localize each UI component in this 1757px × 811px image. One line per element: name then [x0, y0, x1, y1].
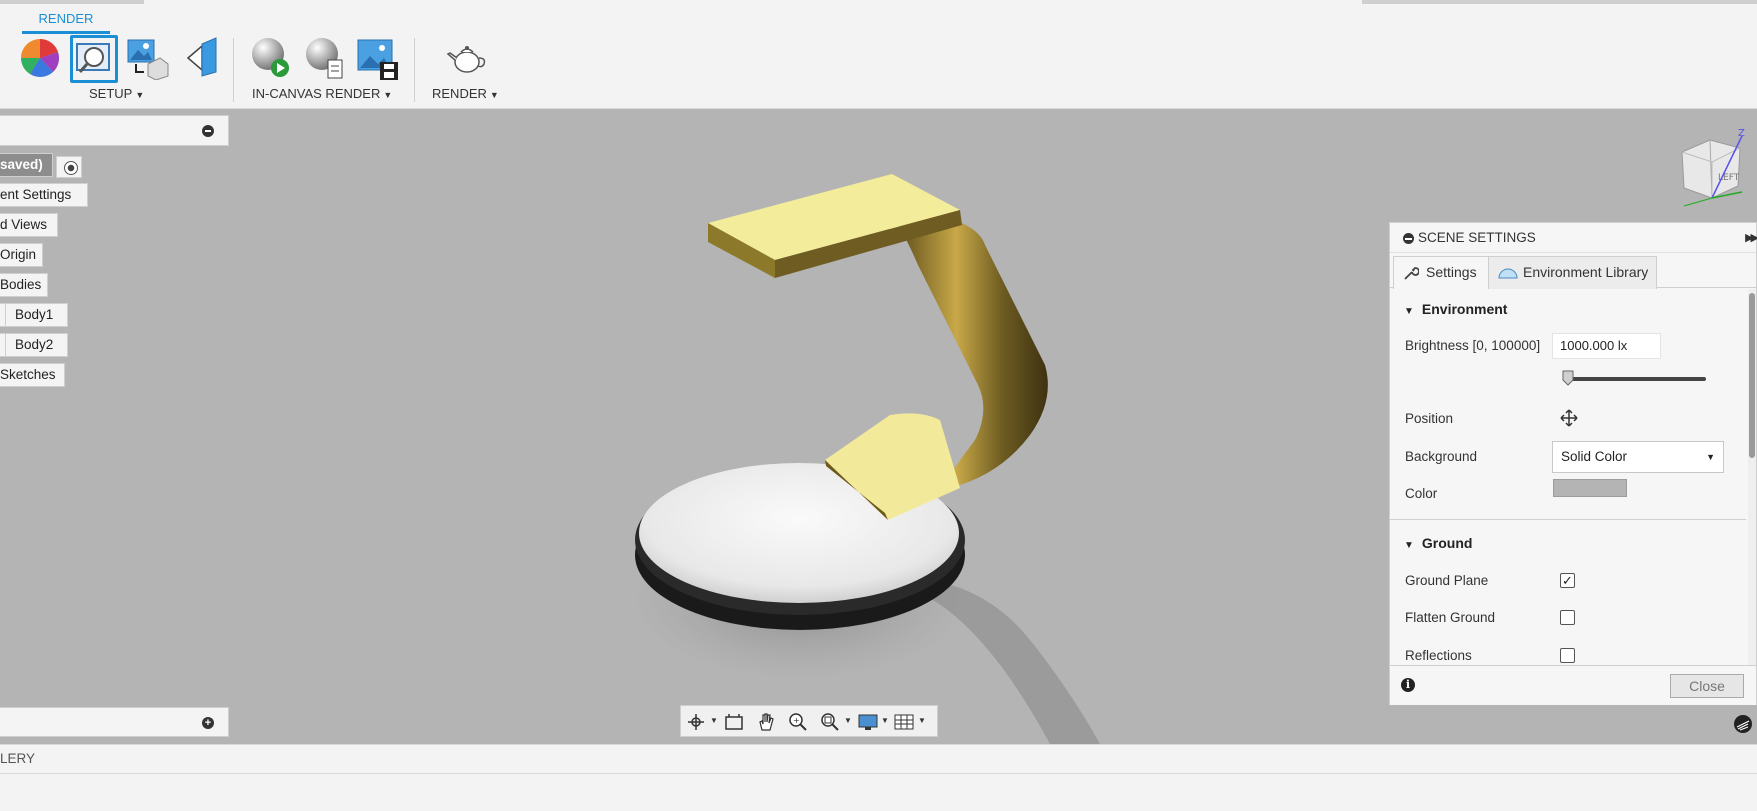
tab-environment-library-label: Environment Library: [1523, 264, 1649, 280]
browser-node-body2-label: Body2: [15, 337, 54, 352]
browser-node-body1[interactable]: Body1: [0, 303, 68, 327]
ribbon-separator: [414, 38, 415, 102]
scene-settings-footer: i Close: [1390, 665, 1756, 705]
view-cube-z-axis-label: Z: [1738, 128, 1745, 139]
color-swatch[interactable]: [1553, 479, 1627, 497]
collapse-panel-icon[interactable]: [1403, 233, 1414, 244]
navigation-bar: ▼ + ▼ ▼ ▼: [680, 705, 938, 737]
position-label: Position: [1405, 411, 1454, 426]
scene-settings-title: SCENE SETTINGS ▶▶: [1390, 223, 1757, 253]
wrench-icon: [1404, 267, 1419, 280]
expand-comments-icon[interactable]: +: [202, 717, 214, 729]
browser-node-body2[interactable]: Body2: [0, 333, 68, 357]
browser-node-sketches[interactable]: Sketches: [0, 363, 65, 387]
look-at-icon[interactable]: [723, 712, 745, 732]
chevron-down-icon: ▼: [1706, 452, 1715, 462]
color-label: Color: [1405, 486, 1438, 501]
rendering-gallery-label: LERY: [0, 751, 36, 766]
zoom-dropdown-icon[interactable]: ▼: [844, 716, 852, 725]
ground-plane-checkbox[interactable]: ✓: [1560, 573, 1575, 588]
zoom-icon[interactable]: +: [787, 712, 809, 732]
brightness-label: Brightness [0, 100000]: [1405, 338, 1541, 353]
panel-scrollbar[interactable]: [1748, 289, 1756, 684]
ribbon-separator: [233, 38, 234, 102]
rendering-gallery-bar[interactable]: LERY: [0, 744, 1757, 774]
ground-section-header[interactable]: ▼ Ground: [1404, 535, 1472, 551]
environment-dome-icon: [1498, 268, 1518, 279]
display-dropdown-icon[interactable]: ▼: [881, 716, 889, 725]
title-strip-right: [1362, 0, 1757, 4]
scene-settings-tabs: Settings Environment Library: [1390, 254, 1757, 289]
comments-panel-header: +: [0, 707, 229, 737]
tab-settings[interactable]: Settings: [1393, 256, 1489, 289]
fit-icon[interactable]: [819, 712, 841, 732]
move-arrows-icon[interactable]: [1560, 409, 1578, 427]
appearance-icon[interactable]: [18, 36, 62, 80]
texture-map-icon[interactable]: [126, 36, 170, 81]
browser-node-document[interactable]: saved): [0, 153, 53, 177]
pan-hand-icon[interactable]: [755, 712, 777, 732]
environment-section-header[interactable]: ▼ Environment: [1404, 301, 1507, 317]
browser-node-document-settings[interactable]: ent Settings: [0, 183, 88, 207]
decal-icon[interactable]: [180, 36, 224, 80]
render-quality-icon[interactable]: [1734, 715, 1752, 733]
toolbar-ribbon: RENDER SETUP ▼ IN-CANVAS RENDER ▼ RENDER…: [0, 0, 1757, 109]
expand-panel-icon[interactable]: ▶▶: [1745, 223, 1757, 253]
grid-dropdown-icon[interactable]: ▼: [918, 716, 926, 725]
browser-node-origin[interactable]: Origin: [0, 243, 43, 267]
orbit-icon[interactable]: [685, 712, 707, 732]
tab-settings-label: Settings: [1426, 264, 1477, 280]
render-group-label[interactable]: RENDER ▼: [432, 86, 499, 101]
section-divider: [1390, 519, 1746, 520]
brightness-slider-thumb[interactable]: [1561, 370, 1575, 386]
reflections-label: Reflections: [1405, 648, 1472, 663]
grid-icon[interactable]: [893, 712, 915, 732]
ground-plane-label: Ground Plane: [1405, 573, 1489, 588]
reflections-checkbox[interactable]: [1560, 648, 1575, 663]
browser-panel-header: [0, 115, 229, 146]
scrollbar-thumb[interactable]: [1749, 293, 1755, 458]
flatten-ground-label: Flatten Ground: [1405, 610, 1496, 625]
browser-node-body1-label: Body1: [15, 307, 54, 322]
scene-settings-panel: SCENE SETTINGS ▶▶ Settings Environment L…: [1389, 222, 1757, 705]
view-cube[interactable]: LEFT Z: [1676, 128, 1748, 214]
tab-render[interactable]: RENDER: [22, 8, 110, 34]
browser-node-bodies[interactable]: Bodies: [0, 273, 48, 297]
background-select[interactable]: Solid Color ▼: [1552, 441, 1724, 473]
background-select-value: Solid Color: [1561, 449, 1628, 464]
background-label: Background: [1405, 449, 1478, 464]
orbit-dropdown-icon[interactable]: ▼: [710, 716, 718, 725]
setup-group-label[interactable]: SETUP ▼: [89, 86, 144, 101]
browser-node-named-views[interactable]: d Views: [0, 213, 58, 237]
flatten-ground-checkbox[interactable]: [1560, 610, 1575, 625]
tab-environment-library[interactable]: Environment Library: [1488, 256, 1657, 289]
display-settings-icon[interactable]: [857, 712, 879, 732]
scene-settings-title-text: SCENE SETTINGS: [1418, 230, 1536, 245]
close-button[interactable]: Close: [1670, 674, 1744, 698]
capture-image-icon[interactable]: [356, 36, 400, 80]
svg-text:+: +: [793, 716, 800, 725]
in-canvas-render-settings-icon[interactable]: [302, 36, 346, 80]
gallery-area: [0, 774, 1757, 811]
info-icon[interactable]: i: [1401, 678, 1415, 692]
brightness-input[interactable]: 1000.000 lx: [1552, 333, 1661, 359]
title-strip-left: [0, 0, 144, 4]
in-canvas-render-icon[interactable]: [248, 36, 292, 80]
render-teapot-icon[interactable]: [446, 36, 490, 80]
collapse-browser-icon[interactable]: [202, 125, 214, 137]
brightness-slider[interactable]: [1566, 377, 1706, 381]
active-radio-icon[interactable]: [56, 156, 82, 178]
in-canvas-render-group-label[interactable]: IN-CANVAS RENDER ▼: [252, 86, 392, 101]
scene-settings-icon[interactable]: [70, 35, 118, 83]
